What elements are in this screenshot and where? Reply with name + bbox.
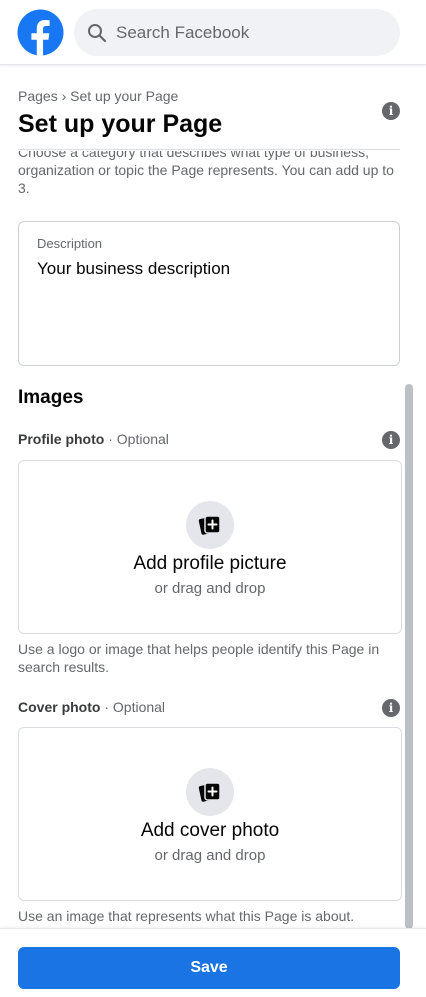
profile-photo-upload[interactable]: Add profile picture or drag and drop [18,460,402,634]
info-icon[interactable]: i [382,102,400,120]
top-bar [0,0,426,65]
description-field[interactable]: Description Your business description [18,221,400,366]
cover-photo-help: Use an image that represents what this P… [18,908,355,924]
cover-photo-label: Cover photo · Optional [18,699,165,715]
search-icon [88,23,107,42]
profile-photo-label: Profile photo · Optional [18,431,169,447]
cover-photo-label-text: Cover photo [18,699,101,715]
breadcrumb-current: Set up your Page [70,88,179,104]
page-title: Set up your Page [18,110,223,138]
breadcrumb-pages-link[interactable]: Pages [18,88,58,104]
profile-photo-help: Use a logo or image that helps people id… [18,641,380,675]
description-label: Description [37,236,103,251]
drag-drop-hint: or drag and drop [154,580,266,597]
add-profile-picture-label: Add profile picture [133,553,287,574]
cover-photo-upload[interactable]: Add cover photo or drag and drop [18,727,402,901]
footer: Save [0,928,426,997]
profile-photo-label-text: Profile photo [18,431,105,447]
description-value[interactable]: Your business description [37,259,230,279]
add-photo-icon [186,501,234,549]
scrollbar-thumb[interactable] [405,384,413,929]
info-icon[interactable]: i [382,431,400,449]
drag-drop-hint: or drag and drop [154,847,266,864]
category-help-text: Choose a category that describes what ty… [18,144,394,196]
search-input[interactable] [116,22,386,43]
title-divider [18,149,400,150]
breadcrumb: Pages › Set up your Page [18,88,178,104]
info-icon[interactable]: i [382,699,400,717]
add-cover-photo-label: Add cover photo [140,820,280,841]
profile-photo-optional: · Optional [108,431,169,447]
add-photo-icon [186,768,234,816]
facebook-logo[interactable] [17,9,64,56]
breadcrumb-separator: › [61,88,67,104]
images-section-title: Images [18,387,84,408]
cover-photo-optional: · Optional [104,699,166,715]
save-button[interactable]: Save [18,947,400,989]
search-bar[interactable] [74,9,400,56]
